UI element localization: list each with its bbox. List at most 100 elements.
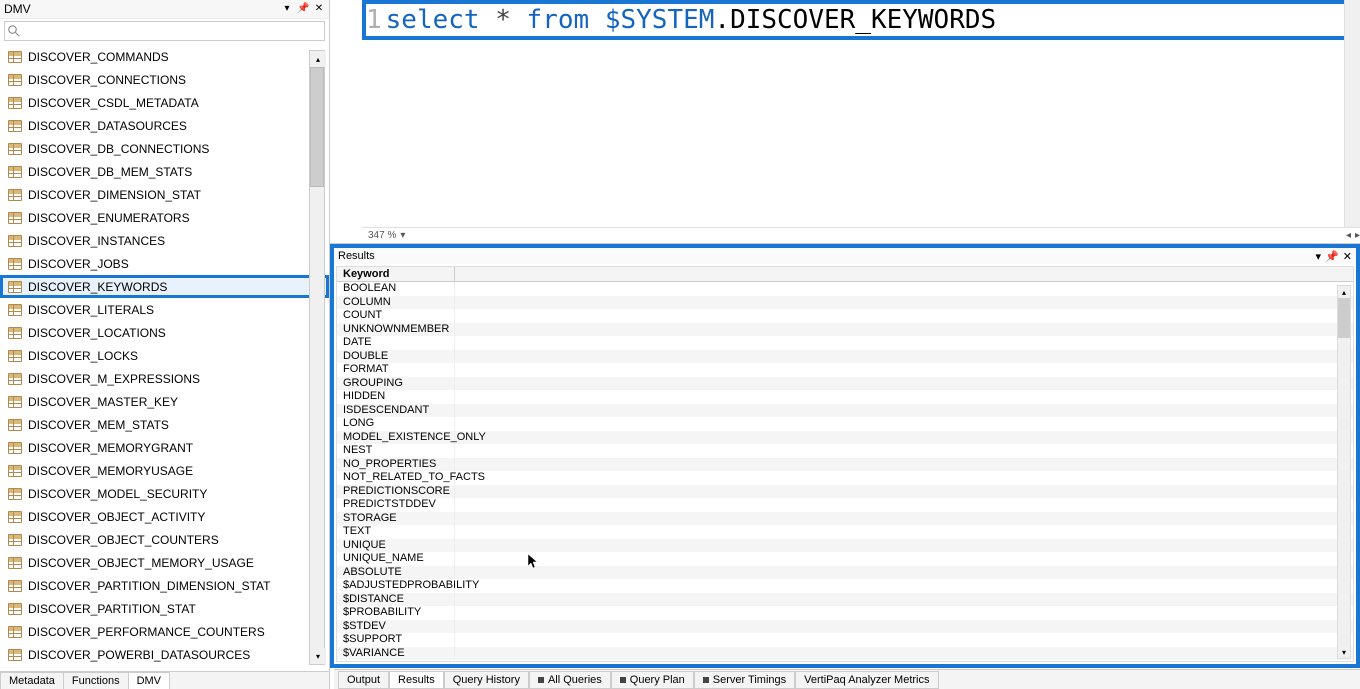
grid-row[interactable]: HIDDEN	[337, 390, 1353, 404]
dmv-item-discover_dimension_stat[interactable]: DISCOVER_DIMENSION_STAT	[0, 183, 329, 206]
dmv-item-discover_object_counters[interactable]: DISCOVER_OBJECT_COUNTERS	[0, 528, 329, 551]
dmv-item-discover_csdl_metadata[interactable]: DISCOVER_CSDL_METADATA	[0, 91, 329, 114]
grid-row[interactable]: $VARIANCE	[337, 647, 1353, 661]
table-icon	[8, 281, 22, 293]
dmv-item-discover_object_memory_usage[interactable]: DISCOVER_OBJECT_MEMORY_USAGE	[0, 551, 329, 574]
dmv-item-discover_memoryusage[interactable]: DISCOVER_MEMORYUSAGE	[0, 459, 329, 482]
scroll-up-icon[interactable]: ▴	[310, 51, 326, 67]
grid-row[interactable]: UNIQUE_NAME	[337, 552, 1353, 566]
grid-row[interactable]: ISDESCENDANT	[337, 404, 1353, 418]
grid-row[interactable]: NO_PROPERTIES	[337, 458, 1353, 472]
grid-scroll-thumb[interactable]	[1338, 298, 1350, 338]
cell-rest	[455, 296, 1353, 310]
grid-row[interactable]: DOUBLE	[337, 350, 1353, 364]
grid-row[interactable]: FORMAT	[337, 363, 1353, 377]
output-tab-query-plan[interactable]: Query Plan	[611, 671, 694, 689]
dmv-item-discover_db_connections[interactable]: DISCOVER_DB_CONNECTIONS	[0, 137, 329, 160]
grid-row[interactable]: LONG	[337, 417, 1353, 431]
dmv-item-discover_connections[interactable]: DISCOVER_CONNECTIONS	[0, 68, 329, 91]
grid-row[interactable]: ABSOLUTE	[337, 566, 1353, 580]
dmv-item-discover_keywords[interactable]: DISCOVER_KEYWORDS	[0, 275, 329, 298]
editor-scrollbar[interactable]	[1344, 0, 1360, 228]
grid-row[interactable]: MODEL_EXISTENCE_ONLY	[337, 431, 1353, 445]
left-tab-functions[interactable]: Functions	[63, 672, 129, 689]
col-header-keyword[interactable]: Keyword	[337, 267, 455, 281]
zoom-level: 347 %	[368, 230, 396, 241]
grid-row[interactable]: $PROBABILITY	[337, 606, 1353, 620]
dmv-item-discover_datasources[interactable]: DISCOVER_DATASOURCES	[0, 114, 329, 137]
results-dropdown-icon[interactable]: ▾	[1316, 250, 1322, 263]
dmv-item-discover_locks[interactable]: DISCOVER_LOCKS	[0, 344, 329, 367]
dmv-item-discover_model_security[interactable]: DISCOVER_MODEL_SECURITY	[0, 482, 329, 505]
dmv-item-discover_performance_counters[interactable]: DISCOVER_PERFORMANCE_COUNTERS	[0, 620, 329, 643]
grid-row[interactable]: $STDEV	[337, 620, 1353, 634]
cell-rest	[455, 485, 1353, 499]
dmv-item-label: DISCOVER_LITERALS	[28, 303, 154, 317]
left-tab-dmv[interactable]: DMV	[128, 672, 170, 689]
left-bottom-tabs: MetadataFunctionsDMV	[0, 671, 329, 689]
output-tab-all-queries[interactable]: All Queries	[529, 671, 611, 689]
grid-scroll-up-icon[interactable]: ▴	[1338, 286, 1350, 298]
sql-editor[interactable]: 1 select * from $SYSTEM . DISCOVER_KEYWO…	[330, 0, 1360, 244]
results-pin-icon[interactable]: 📌	[1325, 250, 1339, 263]
grid-row[interactable]: $SUPPORT	[337, 633, 1353, 647]
grid-row[interactable]: UNIQUE	[337, 539, 1353, 553]
dmv-item-discover_jobs[interactable]: DISCOVER_JOBS	[0, 252, 329, 275]
grid-row[interactable]: NOT_RELATED_TO_FACTS	[337, 471, 1353, 485]
dmv-scrollbar[interactable]: ▴ ▾	[309, 50, 325, 665]
dmv-item-discover_m_expressions[interactable]: DISCOVER_M_EXPRESSIONS	[0, 367, 329, 390]
grid-row[interactable]: $ADJUSTEDPROBABILITY	[337, 579, 1353, 593]
table-icon	[8, 143, 22, 155]
dmv-item-discover_memorygrant[interactable]: DISCOVER_MEMORYGRANT	[0, 436, 329, 459]
dmv-item-discover_partition_dimension_stat[interactable]: DISCOVER_PARTITION_DIMENSION_STAT	[0, 574, 329, 597]
grid-scrollbar[interactable]: ▴ ▾	[1337, 285, 1351, 659]
left-tab-metadata[interactable]: Metadata	[0, 672, 64, 689]
grid-body[interactable]: BOOLEANCOLUMNCOUNTUNKNOWNMEMBERDATEDOUBL…	[337, 282, 1353, 660]
panel-pin-icon[interactable]: 📌	[297, 3, 309, 15]
hscroll-left-icon[interactable]: ◂	[1346, 230, 1351, 241]
grid-row[interactable]: COUNT	[337, 309, 1353, 323]
dmv-item-discover_db_mem_stats[interactable]: DISCOVER_DB_MEM_STATS	[0, 160, 329, 183]
results-close-icon[interactable]: ✕	[1343, 250, 1352, 263]
grid-row[interactable]: GROUPING	[337, 377, 1353, 391]
grid-row[interactable]: BOOLEAN	[337, 282, 1353, 296]
scroll-down-icon[interactable]: ▾	[310, 648, 326, 664]
panel-dropdown-icon[interactable]: ▾	[281, 3, 293, 15]
results-title: Results	[338, 250, 375, 262]
results-grid[interactable]: Keyword BOOLEANCOLUMNCOUNTUNKNOWNMEMBERD…	[336, 266, 1354, 662]
output-tab-output[interactable]: Output	[338, 671, 389, 689]
cell-rest	[455, 593, 1353, 607]
dmv-item-discover_mem_stats[interactable]: DISCOVER_MEM_STATS	[0, 413, 329, 436]
dmv-item-discover_master_key[interactable]: DISCOVER_MASTER_KEY	[0, 390, 329, 413]
dmv-search-input[interactable]	[23, 22, 324, 40]
dmv-tree[interactable]: DISCOVER_COMMANDSDISCOVER_CONNECTIONSDIS…	[0, 43, 329, 671]
grid-row[interactable]: STORAGE	[337, 512, 1353, 526]
dmv-item-discover_literals[interactable]: DISCOVER_LITERALS	[0, 298, 329, 321]
dmv-item-discover_object_activity[interactable]: DISCOVER_OBJECT_ACTIVITY	[0, 505, 329, 528]
grid-row[interactable]: UNKNOWNMEMBER	[337, 323, 1353, 337]
dmv-item-discover_locations[interactable]: DISCOVER_LOCATIONS	[0, 321, 329, 344]
grid-row[interactable]: PREDICTSTDDEV	[337, 498, 1353, 512]
hscroll-right-icon[interactable]: ▸	[1355, 230, 1360, 241]
output-tab-query-history[interactable]: Query History	[444, 671, 529, 689]
output-tab-vertipaq-analyzer-metrics[interactable]: VertiPaq Analyzer Metrics	[795, 671, 938, 689]
grid-row[interactable]: NEST	[337, 444, 1353, 458]
grid-row[interactable]: PREDICTIONSCORE	[337, 485, 1353, 499]
panel-close-icon[interactable]: ✕	[313, 3, 325, 15]
output-tab-results[interactable]: Results	[389, 671, 444, 689]
grid-row[interactable]: TEXT	[337, 525, 1353, 539]
dmv-item-discover_commands[interactable]: DISCOVER_COMMANDS	[0, 45, 329, 68]
col-header-rest[interactable]	[455, 267, 1353, 281]
dmv-item-discover_powerbi_datasources[interactable]: DISCOVER_POWERBI_DATASOURCES	[0, 643, 329, 666]
dmv-item-discover_enumerators[interactable]: DISCOVER_ENUMERATORS	[0, 206, 329, 229]
scroll-thumb[interactable]	[310, 67, 324, 187]
grid-scroll-down-icon[interactable]: ▾	[1338, 646, 1350, 658]
grid-row[interactable]: $DISTANCE	[337, 593, 1353, 607]
zoom-dropdown-icon[interactable]: ▾	[400, 230, 405, 241]
dmv-item-discover_instances[interactable]: DISCOVER_INSTANCES	[0, 229, 329, 252]
dmv-item-discover_partition_stat[interactable]: DISCOVER_PARTITION_STAT	[0, 597, 329, 620]
grid-row[interactable]: DATE	[337, 336, 1353, 350]
cell-keyword: MODEL_EXISTENCE_ONLY	[337, 431, 455, 445]
grid-row[interactable]: COLUMN	[337, 296, 1353, 310]
output-tab-server-timings[interactable]: Server Timings	[694, 671, 795, 689]
